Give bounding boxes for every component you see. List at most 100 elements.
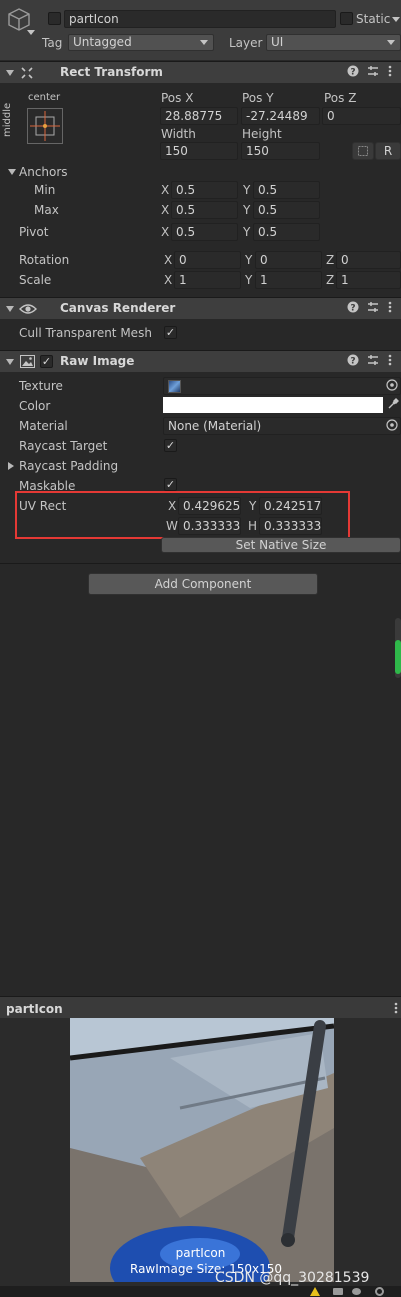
context-menu-icon[interactable] <box>388 65 392 80</box>
eyedropper-icon[interactable] <box>387 398 399 413</box>
maskable-checkbox[interactable]: ✓ <box>164 478 177 491</box>
pos-x-field[interactable]: 28.88775 <box>160 107 238 125</box>
pos-y-field[interactable]: -27.24489 <box>241 107 320 125</box>
context-menu-icon[interactable] <box>388 301 392 316</box>
height-field[interactable]: 150 <box>241 142 320 160</box>
object-picker-icon[interactable] <box>386 419 398 434</box>
static-label[interactable]: Static <box>356 11 390 27</box>
help-icon[interactable]: ? <box>347 65 359 80</box>
anchor-max-y-field[interactable]: 0.5 <box>253 201 320 219</box>
rect-transform-icon <box>20 66 34 83</box>
axis-y-label: Y <box>245 253 253 267</box>
foldout-arrow-icon[interactable] <box>6 70 14 76</box>
console-icon[interactable] <box>333 1288 343 1295</box>
object-picker-icon[interactable] <box>386 379 398 394</box>
pos-x-label: Pos X <box>161 91 194 105</box>
rotation-y-field[interactable]: 0 <box>255 251 322 269</box>
rect-transform-header[interactable]: Rect Transform ? <box>0 61 401 83</box>
warning-icon[interactable] <box>310 1287 320 1296</box>
raycast-target-label: Raycast Target <box>19 439 108 453</box>
preview-panel-header[interactable]: partIcon <box>0 996 401 1019</box>
presets-icon[interactable] <box>367 65 379 80</box>
texture-field[interactable] <box>163 377 401 395</box>
anchor-max-x-field[interactable]: 0.5 <box>171 201 238 219</box>
anchor-min-x-field[interactable]: 0.5 <box>171 181 238 199</box>
help-icon[interactable]: ? <box>347 301 359 316</box>
anchor-preset-top-label: center <box>28 92 61 103</box>
raycast-padding-foldout-icon[interactable] <box>8 462 14 470</box>
color-swatch[interactable] <box>163 397 383 413</box>
raw-image-title: Raw Image <box>60 354 135 368</box>
max-label: Max <box>34 203 59 217</box>
watermark: CSDN @qq_30281539 <box>215 1270 370 1286</box>
axis-z-label: Z <box>326 253 335 267</box>
raycast-padding-label[interactable]: Raycast Padding <box>19 458 118 474</box>
scale-x-field[interactable]: 1 <box>174 271 241 289</box>
raw-image-enabled-checkbox[interactable]: ✓ <box>40 355 53 368</box>
presets-icon[interactable] <box>367 354 379 369</box>
anchor-preset-icon[interactable] <box>27 108 63 147</box>
scale-z-field[interactable]: 1 <box>336 271 401 289</box>
static-checkbox[interactable] <box>340 12 353 25</box>
pivot-x-field[interactable]: 0.5 <box>171 223 238 241</box>
raw-image-header[interactable]: ✓ Raw Image ? <box>0 350 401 372</box>
height-label: Height <box>242 127 282 141</box>
foldout-arrow-icon[interactable] <box>6 359 14 365</box>
add-component-button[interactable]: Add Component <box>88 573 318 595</box>
tag-dropdown[interactable]: Untagged <box>68 34 214 51</box>
anchor-min-y-field[interactable]: 0.5 <box>253 181 320 199</box>
preview-caption-name: partIcon <box>175 1246 226 1260</box>
axis-y-label: Y <box>243 203 251 217</box>
axis-y-label: Y <box>243 225 251 239</box>
rotation-z-field[interactable]: 0 <box>336 251 401 269</box>
help-icon[interactable]: ? <box>347 354 359 369</box>
scrollbar[interactable] <box>395 618 401 678</box>
status-bar <box>0 1286 401 1297</box>
svg-text:?: ? <box>350 68 355 78</box>
cull-transparent-mesh-label: Cull Transparent Mesh <box>19 326 152 340</box>
context-menu-icon[interactable] <box>394 1002 398 1017</box>
canvas-renderer-title: Canvas Renderer <box>60 301 176 315</box>
raw-edit-button[interactable]: R <box>375 142 401 160</box>
scale-y-field[interactable]: 1 <box>255 271 322 289</box>
raycast-target-checkbox[interactable]: ✓ <box>164 439 177 452</box>
axis-x-label: X <box>164 253 173 267</box>
context-menu-icon[interactable] <box>388 354 392 369</box>
pivot-y-field[interactable]: 0.5 <box>253 223 320 241</box>
layer-label: Layer <box>229 36 263 50</box>
axis-x-label: X <box>161 203 170 217</box>
section-divider <box>0 563 401 564</box>
icon-dropdown-arrow[interactable] <box>27 30 35 35</box>
presets-icon[interactable] <box>367 301 379 316</box>
eye-icon <box>19 302 37 319</box>
set-native-size-button[interactable]: Set Native Size <box>161 537 401 553</box>
axis-y-label: Y <box>243 183 251 197</box>
rotation-x-field[interactable]: 0 <box>174 251 241 269</box>
axis-x-label: X <box>161 225 170 239</box>
cull-transparent-mesh-checkbox[interactable]: ✓ <box>164 326 177 339</box>
axis-y-label: Y <box>245 273 253 287</box>
width-label: Width <box>161 127 196 141</box>
anchors-foldout-arrow-icon[interactable] <box>8 169 16 175</box>
color-label: Color <box>19 399 51 413</box>
material-field[interactable]: None (Material) <box>163 417 401 435</box>
anchor-preset-side-label: middle <box>2 102 13 137</box>
foldout-arrow-icon[interactable] <box>6 306 14 312</box>
notification-icon[interactable] <box>352 1288 361 1295</box>
material-label: Material <box>19 419 68 433</box>
blueprint-mode-button[interactable] <box>352 142 374 160</box>
canvas-renderer-header[interactable]: Canvas Renderer ? <box>0 297 401 319</box>
settings-icon[interactable] <box>375 1287 384 1296</box>
layer-dropdown[interactable]: UI <box>266 34 401 51</box>
active-checkbox[interactable] <box>48 12 61 25</box>
pos-y-label: Pos Y <box>242 91 274 105</box>
min-label: Min <box>34 183 56 197</box>
pos-z-label: Pos Z <box>324 91 357 105</box>
object-name-field[interactable]: partIcon <box>64 10 336 28</box>
width-field[interactable]: 150 <box>160 142 238 160</box>
pos-z-field[interactable]: 0 <box>322 107 401 125</box>
static-dropdown-arrow[interactable] <box>392 17 400 22</box>
scrollbar-thumb[interactable] <box>395 640 401 674</box>
svg-text:?: ? <box>350 357 355 367</box>
scale-label: Scale <box>19 273 52 287</box>
